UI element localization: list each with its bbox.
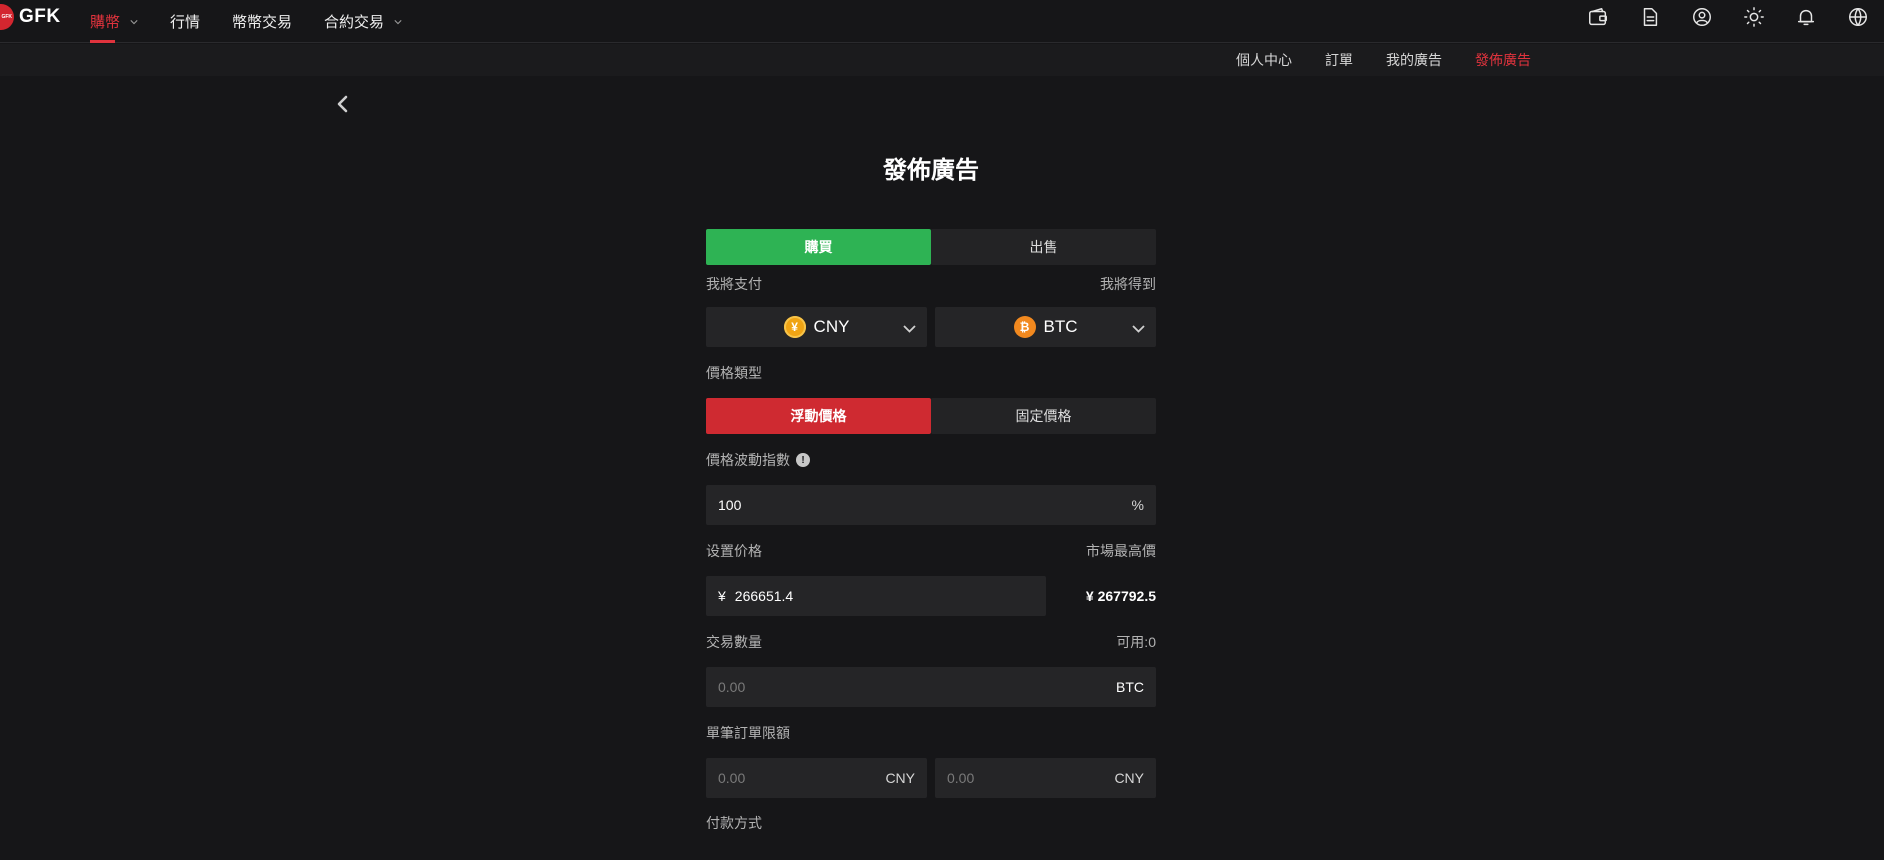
floating-price-tab[interactable]: 浮動價格 [706,398,931,434]
price-type-label: 價格類型 [706,365,762,381]
fixed-price-tab[interactable]: 固定價格 [931,398,1156,434]
price-type-label-row: 價格類型 [706,363,1156,383]
chevron-down-icon [1132,321,1145,333]
min-limit-input[interactable]: 0.00 CNY [706,758,927,798]
wallet-icon [1589,8,1607,26]
price-value: 266651.4 [734,588,794,604]
main-nav: 購幣 行情 幣幣交易 合約交易 [90,0,434,43]
nav-item-buy-crypto[interactable]: 購幣 [90,0,138,43]
min-limit-placeholder: 0.00 [718,770,746,786]
logo-mark: GFK [0,4,14,30]
subnav-item-orders[interactable]: 訂單 [1325,50,1353,70]
page-title: 發佈廣告 [883,157,979,184]
currency-select-row: ¥ CNY ₿ BTC [706,307,1156,347]
yen-prefix: ¥ [718,588,726,604]
sun-icon [1744,7,1764,27]
chevron-down-icon [130,19,138,24]
set-price-label: 设置价格 [706,543,762,559]
info-icon[interactable]: ! [796,453,810,467]
wallet-button[interactable] [1572,4,1624,30]
nav-item-label: 購幣 [90,14,121,31]
pay-label: 我將支付 [706,276,762,292]
payment-label-row: 付款方式 [706,813,1156,833]
available-balance: 可用:0 [1116,634,1156,650]
bell-icon [1797,9,1815,26]
document-icon [1643,8,1658,26]
orders-button[interactable] [1624,4,1676,30]
amount-label: 交易數量 [706,634,762,650]
logo-text: GFK [19,6,61,27]
set-price-row: ¥ 266651.4 ¥ 267792.5 [706,576,1156,616]
pay-currency-value: CNY [813,317,850,336]
market-high-value: ¥ 267792.5 [1085,588,1156,604]
get-currency-select[interactable]: ₿ BTC [935,307,1156,347]
get-label: 我將得到 [1100,276,1156,292]
top-icon-group [1572,4,1884,30]
limit-input-row: 0.00 CNY 0.00 CNY [706,758,1156,798]
max-limit-placeholder: 0.00 [947,770,975,786]
language-button[interactable] [1832,4,1884,30]
theme-toggle-button[interactable] [1728,4,1780,30]
get-currency-value: BTC [1043,317,1078,336]
notifications-button[interactable] [1780,4,1832,30]
btc-suffix: BTC [1116,679,1144,695]
limit-label: 單筆訂單限額 [706,725,790,741]
nav-item-label: 行情 [170,14,201,31]
pay-currency-select[interactable]: ¥ CNY [706,307,927,347]
percent-suffix: % [1131,497,1144,513]
amount-placeholder: 0.00 [718,679,746,695]
trade-side-toggle: 購買 出售 [706,229,1156,265]
price-type-toggle: 浮動價格 固定價格 [706,398,1156,434]
payment-label: 付款方式 [706,815,762,831]
amount-label-row: 交易數量 可用:0 [706,632,1156,652]
volatility-label: 價格波動指數 [706,452,790,468]
user-icon [1693,8,1711,26]
sub-nav: 個人中心 訂單 我的廣告 發佈廣告 [1203,44,1531,76]
cny-coin-icon: ¥ [783,316,806,338]
buy-tab[interactable]: 購買 [706,229,931,265]
nav-item-contract-trading[interactable]: 合約交易 [324,0,402,43]
market-high-label: 市場最高價 [1086,543,1156,559]
nav-item-label: 幣幣交易 [232,14,293,31]
post-ad-form: 購買 出售 我將支付 我將得到 ¥ CNY ₿ BTC 價格類型 浮動價格 固定… [706,229,1156,833]
account-button[interactable] [1676,4,1728,30]
subnav-item-personal-center[interactable]: 個人中心 [1236,50,1292,70]
volatility-input[interactable]: 100 % [706,485,1156,525]
volatility-value: 100 [718,497,742,513]
nav-item-label: 合約交易 [324,14,385,31]
back-button[interactable] [333,93,353,115]
chevron-down-icon [903,321,916,333]
max-limit-input[interactable]: 0.00 CNY [935,758,1156,798]
sell-tab[interactable]: 出售 [931,229,1156,265]
amount-input[interactable]: 0.00 BTC [706,667,1156,707]
subnav-item-post-ad[interactable]: 發佈廣告 [1475,50,1531,70]
nav-item-market[interactable]: 行情 [170,0,200,43]
set-price-label-row: 设置价格 市場最高價 [706,541,1156,561]
logo-mark-text: GFK [1,14,12,20]
nav-item-spot-trading[interactable]: 幣幣交易 [232,0,292,43]
globe-icon [1849,8,1867,26]
price-input[interactable]: ¥ 266651.4 [706,576,1046,616]
btc-coin-icon: ₿ [1013,316,1036,338]
limit-label-row: 單筆訂單限額 [706,723,1156,743]
cny-suffix: CNY [885,770,915,786]
subnav-item-my-ads[interactable]: 我的廣告 [1386,50,1442,70]
sub-navbar: 個人中心 訂單 我的廣告 發佈廣告 [0,44,1884,76]
cny-suffix: CNY [1114,770,1144,786]
chevron-down-icon [394,19,402,24]
top-navbar: GFK GFK 購幣 行情 幣幣交易 合約交易 [0,0,1884,43]
volatility-label-row: 價格波動指數 ! [706,450,1156,470]
currency-label-row: 我將支付 我將得到 [706,274,1156,294]
logo[interactable]: GFK GFK [0,4,61,30]
chevron-left-icon [337,95,348,113]
